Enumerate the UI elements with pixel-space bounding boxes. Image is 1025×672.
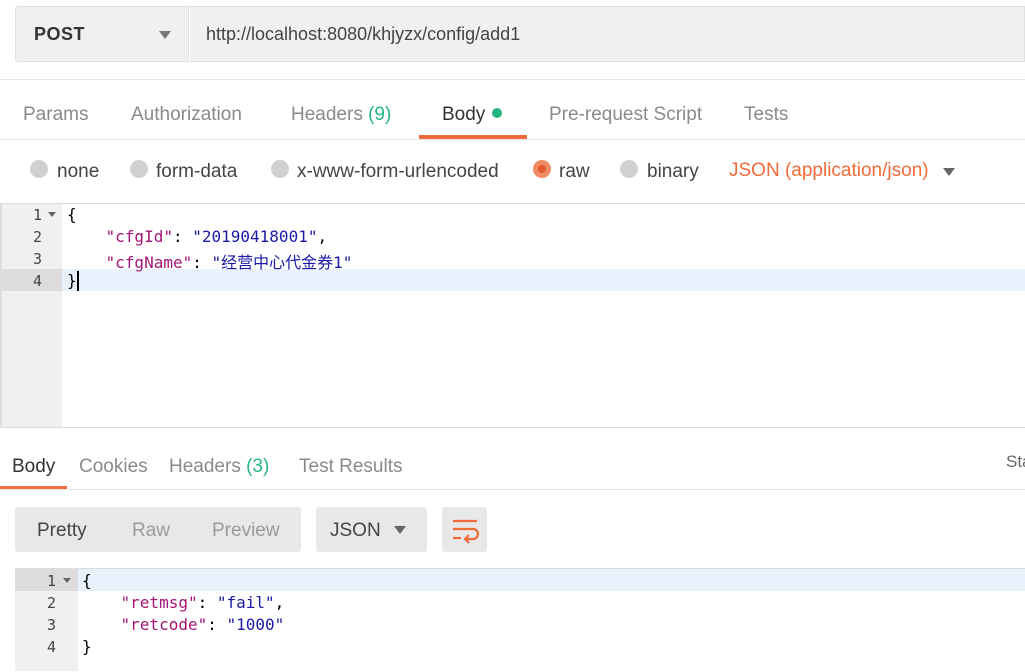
tab-headers[interactable]: Headers (9) bbox=[291, 104, 391, 126]
divider bbox=[0, 489, 1025, 490]
tab-body[interactable]: Body bbox=[442, 104, 503, 126]
radio-none[interactable] bbox=[30, 160, 48, 178]
response-tab-headers[interactable]: Headers (3) bbox=[169, 456, 269, 478]
code-line: } bbox=[67, 271, 77, 290]
pretty-button[interactable]: Pretty bbox=[37, 520, 87, 542]
code-line: "retcode": "1000" bbox=[82, 615, 285, 634]
line-number: 4 bbox=[32, 272, 42, 290]
text-cursor bbox=[77, 271, 79, 291]
json-key: "retcode" bbox=[120, 615, 208, 634]
response-format-select[interactable]: JSON bbox=[316, 507, 427, 552]
line-number: 3 bbox=[32, 250, 42, 268]
json-comma: , bbox=[317, 227, 328, 246]
chevron-down-icon bbox=[394, 526, 406, 534]
code-brace: { bbox=[67, 205, 77, 224]
json-value: "1000" bbox=[226, 615, 285, 634]
json-comma: , bbox=[274, 593, 285, 612]
tab-authorization[interactable]: Authorization bbox=[131, 104, 242, 126]
tab-label: Body bbox=[12, 456, 56, 477]
tab-label: Params bbox=[23, 104, 89, 125]
headers-count: (3) bbox=[246, 456, 270, 477]
tab-label: Body bbox=[442, 104, 486, 125]
code-line: } bbox=[82, 637, 92, 656]
divider bbox=[0, 139, 1025, 140]
modified-dot-icon bbox=[492, 107, 503, 118]
json-sep: : bbox=[207, 615, 227, 634]
line-number: 2 bbox=[32, 228, 42, 246]
radio-urlencoded[interactable] bbox=[271, 160, 289, 178]
json-key: "cfgId" bbox=[105, 227, 173, 246]
json-key: "retmsg" bbox=[120, 593, 198, 612]
raw-button[interactable]: Raw bbox=[132, 520, 170, 542]
json-sep: : bbox=[192, 253, 212, 272]
chevron-down-icon bbox=[159, 31, 171, 39]
radio-label-urlencoded: x-www-form-urlencoded bbox=[297, 161, 499, 182]
radio-label-binary: binary bbox=[647, 161, 699, 182]
tab-label: Headers bbox=[169, 456, 241, 477]
line-number: 2 bbox=[46, 594, 56, 612]
tab-label: Headers bbox=[291, 104, 363, 125]
json-value: "fail" bbox=[216, 593, 275, 612]
json-value: "20190418001" bbox=[192, 227, 318, 246]
line-number: 1 bbox=[46, 572, 56, 590]
active-line-highlight bbox=[78, 569, 1025, 591]
radio-form-data[interactable] bbox=[130, 160, 148, 178]
preview-button[interactable]: Preview bbox=[212, 520, 280, 542]
tab-label: Test Results bbox=[299, 456, 403, 477]
wrap-lines-icon bbox=[453, 519, 480, 544]
radio-label-none: none bbox=[57, 161, 100, 182]
view-mode-group: Pretty Raw Preview bbox=[15, 507, 301, 552]
line-number: 1 bbox=[32, 206, 42, 224]
line-number: 3 bbox=[46, 616, 56, 634]
code-line: { bbox=[82, 571, 92, 590]
radio-binary[interactable] bbox=[620, 160, 638, 178]
response-tab-test-results[interactable]: Test Results bbox=[299, 456, 402, 478]
headers-count: (9) bbox=[368, 104, 392, 125]
response-tab-body[interactable]: Body bbox=[12, 456, 55, 478]
fold-arrow-icon[interactable] bbox=[48, 212, 56, 217]
tab-params[interactable]: Params bbox=[23, 104, 88, 126]
method-select[interactable]: POST bbox=[15, 6, 189, 62]
method-label: POST bbox=[34, 24, 86, 44]
chevron-down-icon[interactable] bbox=[943, 168, 955, 176]
code-line: { bbox=[67, 205, 77, 224]
tab-pre-request-script[interactable]: Pre-request Script bbox=[549, 104, 702, 126]
tab-label: Tests bbox=[744, 104, 789, 125]
response-format-label: JSON bbox=[330, 520, 381, 541]
radio-label-form-data: form-data bbox=[156, 161, 238, 182]
body-format-select[interactable]: JSON (application/json) bbox=[729, 160, 929, 182]
response-tab-cookies[interactable]: Cookies bbox=[79, 456, 148, 478]
line-number: 4 bbox=[46, 638, 56, 656]
divider bbox=[0, 79, 1025, 80]
tab-label: Authorization bbox=[131, 104, 242, 125]
code-brace: } bbox=[82, 637, 92, 656]
fold-arrow-icon[interactable] bbox=[63, 578, 71, 583]
code-brace: } bbox=[67, 271, 77, 290]
json-key: "cfgName" bbox=[105, 253, 193, 272]
code-line: "cfgName": "经营中心代金券1" bbox=[67, 249, 353, 273]
tab-tests[interactable]: Tests bbox=[744, 104, 788, 126]
code-line: "cfgId": "20190418001", bbox=[67, 227, 328, 246]
code-brace: { bbox=[82, 571, 92, 590]
radio-raw[interactable] bbox=[533, 160, 551, 178]
json-sep: : bbox=[197, 593, 217, 612]
json-value: "经营中心代金券1" bbox=[211, 253, 353, 272]
radio-label-raw: raw bbox=[559, 161, 590, 182]
tab-label: Cookies bbox=[79, 456, 148, 477]
tab-label: Pre-request Script bbox=[549, 104, 703, 125]
wrap-lines-button[interactable] bbox=[442, 507, 487, 552]
response-status: Sta bbox=[1006, 452, 1025, 471]
code-line: "retmsg": "fail", bbox=[82, 593, 285, 612]
json-sep: : bbox=[172, 227, 193, 246]
url-input[interactable]: http://localhost:8080/khjyzx/config/add1 bbox=[190, 6, 1025, 62]
url-text: http://localhost:8080/khjyzx/config/add1 bbox=[206, 24, 521, 44]
